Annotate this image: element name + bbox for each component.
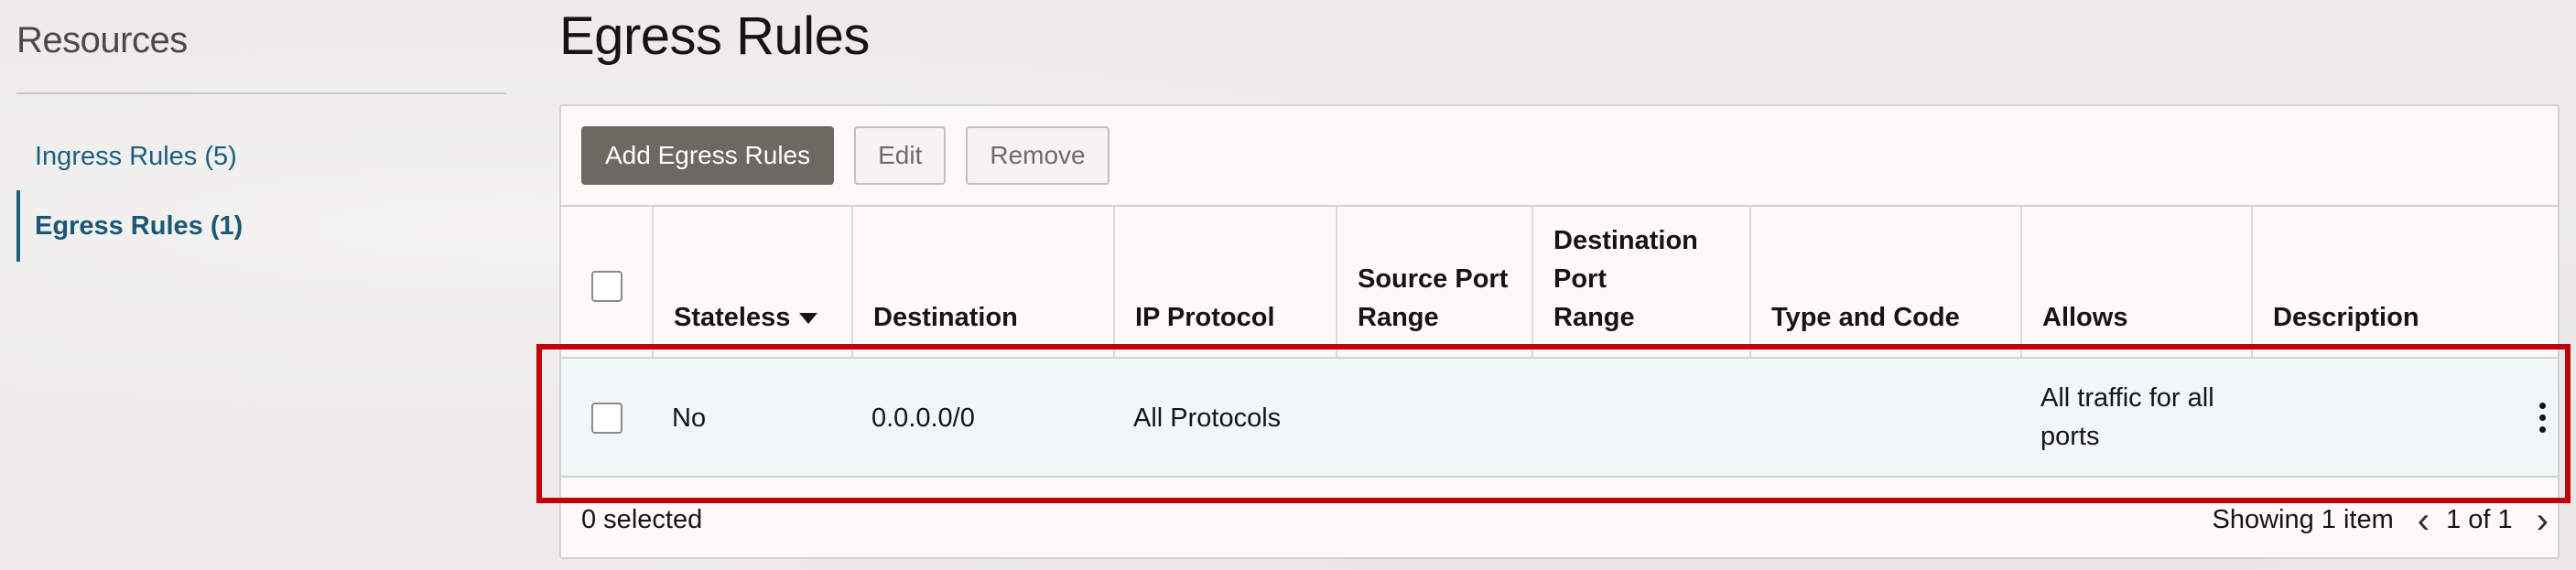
caret-down-icon [799,313,818,325]
rules-table: Stateless Destination IP Protocol Source… [561,205,2558,478]
select-all-checkbox[interactable] [591,271,622,302]
header-label-line: Range [1553,303,1635,332]
egress-rules-panel: Add Egress Rules Edit Remove Stateless D… [559,104,2560,559]
sidebar-item-egress-rules[interactable]: Egress Rules (1) [16,190,506,262]
page-indicator: 1 of 1 [2446,505,2513,534]
showing-count: Showing 1 item [2212,505,2394,534]
header-select-col [561,207,652,357]
resources-sidebar: Resources Ingress Rules (5) Egress Rules… [0,0,513,570]
sidebar-item-label: Ingress Rules (5) [35,141,237,171]
kebab-menu-icon[interactable] [2539,403,2547,436]
table-footer: 0 selected Showing 1 item ‹ 1 of 1 › [561,489,2558,562]
page-title: Egress Rules [559,6,870,66]
header-label: Type and Code [1771,303,1960,332]
selected-count: 0 selected [581,505,703,534]
header-allows: Allows [2020,207,2251,357]
header-label: Stateless [674,303,791,332]
edit-button[interactable]: Edit [854,126,947,185]
cell-allows-line: All traffic for all [2040,383,2214,413]
cell-allows-line: ports [2040,422,2100,451]
table-header-row: Stateless Destination IP Protocol Source… [561,205,2558,359]
chevron-right-icon[interactable]: › [2537,502,2549,539]
header-label-line: Range [1358,303,1439,332]
pagination: Showing 1 item ‹ 1 of 1 › [2212,502,2549,539]
sidebar-item-label: Egress Rules (1) [35,210,244,241]
header-label: IP Protocol [1135,303,1275,332]
chevron-left-icon[interactable]: ‹ [2418,502,2430,539]
sidebar-divider [16,92,506,94]
header-type-and-code: Type and Code [1749,207,2020,357]
header-destination: Destination [851,207,1113,357]
header-label: Allows [2042,303,2128,332]
row-checkbox[interactable] [591,403,622,434]
header-description: Description [2251,207,2558,357]
cell-ip-protocol: All Protocols [1133,403,1282,433]
toolbar: Add Egress Rules Edit Remove [581,126,1109,185]
header-stateless[interactable]: Stateless [652,207,851,357]
cell-allows: All traffic for all ports [2040,379,2214,456]
header-label: Description [2273,303,2419,332]
header-label-line: Source Port [1358,264,1509,294]
sidebar-item-ingress-rules[interactable]: Ingress Rules (5) [16,121,506,192]
table-row[interactable]: No 0.0.0.0/0 All Protocols All traffic f… [561,359,2558,478]
remove-button[interactable]: Remove [966,126,1109,185]
cell-stateless: No [672,403,707,433]
header-label-line: Port [1553,264,1607,294]
header-label-line: Destination [1553,226,1698,255]
header-destination-port-range: Destination Port Range [1532,207,1749,357]
header-source-port-range: Source Port Range [1336,207,1532,357]
cell-destination: 0.0.0.0/0 [871,403,975,433]
header-label: Destination [873,303,1018,332]
add-egress-rules-button[interactable]: Add Egress Rules [581,126,835,185]
header-ip-protocol: IP Protocol [1113,207,1336,357]
sidebar-title: Resources [16,20,188,60]
